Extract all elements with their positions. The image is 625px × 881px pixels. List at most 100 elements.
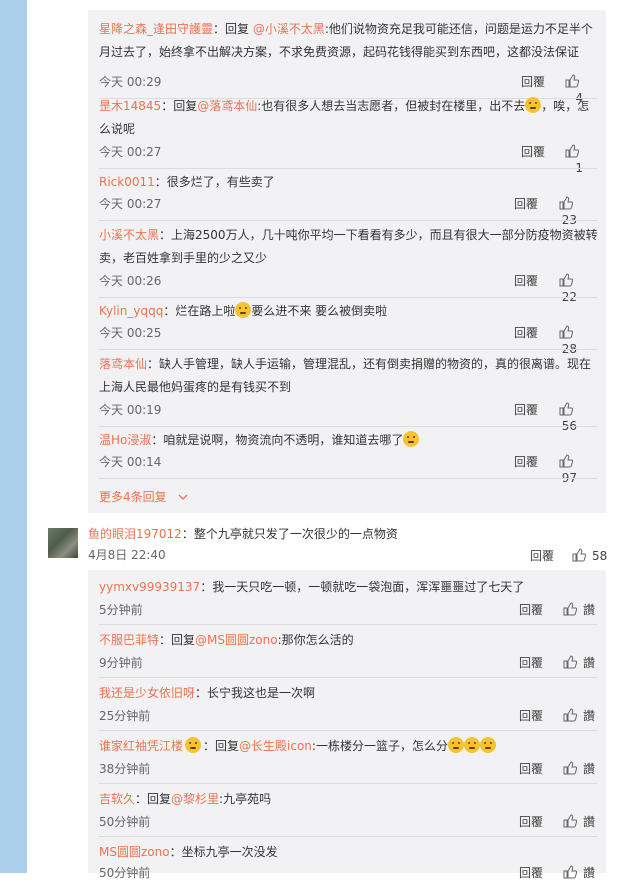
reply-button[interactable]: 回覆 — [519, 761, 543, 777]
reply-text: 谁家红袖凭江楼 ：回复@长生殿icon:一栋楼分一篮子，怎么分 — [99, 735, 599, 758]
reply-time: 今天 00:27 — [99, 145, 162, 159]
reply-text: 不服巴菲特：回复@MS圆圆zono:那你怎么活的 — [99, 629, 599, 652]
reply-prefix: ：回复 — [159, 633, 196, 647]
reply-body: :九亭苑吗 — [219, 792, 272, 806]
reply-body: 我一天只吃一顿，一顿就吃一袋泡面，浑浑噩噩过了七天了 — [212, 580, 525, 594]
reply-prefix: ： — [151, 433, 164, 447]
reply-button[interactable]: 回覆 — [519, 602, 543, 618]
reply-text: 吉软久：回复@黎杉里:九亭苑吗 — [99, 788, 599, 811]
reply-mention[interactable]: @长生殿icon — [239, 739, 312, 753]
thumbs-up-icon — [563, 655, 577, 669]
emoji-icon — [185, 737, 202, 753]
more-replies-link[interactable]: 更多4条回复 — [99, 488, 188, 505]
comment-username[interactable]: 鱼的眼泪197012 — [88, 527, 182, 541]
reply-button[interactable]: 回覆 — [519, 865, 543, 881]
reply-time: 今天 00:19 — [99, 403, 162, 417]
avatar[interactable] — [48, 528, 78, 558]
reply-body: 缺人手管理，缺人手运输，管理混乱，还有倒卖捐赠的物资的，真的很离谱。现在上海人民… — [99, 357, 592, 394]
thumbs-up-icon — [572, 548, 586, 562]
reply-button[interactable]: 回覆 — [514, 325, 538, 341]
reply-username[interactable]: yymxv99939137 — [99, 580, 200, 594]
reply-text: 昰木14845：回复@落鸢本仙:也有很多人想去当志愿者，但被封在楼里，出不去 ，唉… — [99, 95, 599, 141]
like-count: 58 — [592, 549, 608, 563]
thumbs-up-icon — [565, 74, 579, 88]
emoji-icon — [479, 737, 496, 753]
reply-mention[interactable]: @小溪不太黑 — [253, 22, 325, 36]
reply-username[interactable]: 不服巴菲特 — [99, 633, 159, 647]
reply-mention[interactable]: @黎杉里 — [171, 792, 219, 806]
reply-body: :也有很多人想去当志愿者，但被封在楼里，出不去 — [257, 99, 526, 113]
reply-username[interactable]: MS圆圆zono — [99, 845, 170, 859]
reply-text: yymxv99939137：我一天只吃一顿，一顿就吃一袋泡面，浑浑噩噩过了七天了 — [99, 576, 599, 599]
reply-button[interactable]: 回覆 — [519, 814, 543, 830]
reply-username[interactable]: 昰木14845 — [99, 99, 161, 113]
main-comment-text: 鱼的眼泪197012：整个九亭就只发了一次很少的一点物资 — [88, 524, 398, 544]
reply-mention[interactable]: @落鸢本仙 — [197, 99, 257, 113]
reply-body: 上海2500万人，几十吨你平均一下看看有多少，而且有很大一部分防疫物资被转卖，老… — [99, 228, 598, 265]
reply-prefix: ：回复 — [135, 792, 172, 806]
thumbs-up-icon — [559, 402, 573, 416]
reply-prefix: ： — [200, 580, 213, 594]
thumbs-up-icon — [563, 865, 577, 879]
left-background-strip — [0, 0, 27, 873]
emoji-icon — [235, 302, 252, 318]
like-count: 讚 — [583, 603, 596, 617]
thumbs-up-icon — [563, 814, 577, 828]
emoji-icon — [525, 97, 542, 113]
reply-time: 今天 00:25 — [99, 326, 162, 340]
reply-text: MS圆圆zono：坐标九亭一次没发 — [99, 841, 599, 864]
reply-prefix: ：回复 — [213, 22, 253, 36]
reply-prefix: ： — [147, 357, 160, 371]
reply-username[interactable]: 吉软久 — [99, 792, 135, 806]
like-button[interactable]: 58 — [572, 548, 607, 564]
thumbs-up-icon — [559, 196, 573, 210]
reply-username[interactable]: Kylin_yqqq — [99, 304, 163, 318]
reply-prefix: ：回复 — [203, 739, 240, 753]
like-button[interactable]: 讚 — [563, 814, 595, 830]
more-replies-label: 更多4条回复 — [99, 490, 167, 504]
reply-button[interactable]: 回覆 — [519, 708, 543, 724]
reply-button[interactable]: 回覆 — [530, 548, 554, 564]
thumbs-up-icon — [563, 708, 577, 722]
like-count: 讚 — [583, 656, 596, 670]
reply-username[interactable]: 星降之森_逢田守護靈 — [99, 22, 213, 36]
reply-prefix: ： — [154, 175, 167, 189]
reply-body: 咱就是说啊，物资流向不透明，谁知道去哪了 — [163, 433, 404, 447]
thumbs-up-icon — [565, 144, 579, 158]
reply-button[interactable]: 回覆 — [514, 196, 538, 212]
reply-text: 小溪不太黑：上海2500万人，几十吨你平均一下看看有多少，而且有很大一部分防疫物… — [99, 224, 599, 270]
like-button[interactable]: 讚 — [563, 708, 595, 724]
reply-username[interactable]: 小溪不太黑 — [99, 228, 159, 242]
reply-button[interactable]: 回覆 — [519, 655, 543, 671]
reply-username[interactable]: 我还是少女依旧呀 — [99, 686, 195, 700]
reply-text: 温Ho浸淑：咱就是说啊，物资流向不透明，谁知道去哪了 — [99, 429, 599, 452]
reply-button[interactable]: 回覆 — [514, 273, 538, 289]
like-count: 讚 — [583, 709, 596, 723]
emoji-icon — [447, 737, 464, 753]
reply-username[interactable]: 落鸢本仙 — [99, 357, 147, 371]
emoji-icon — [403, 431, 420, 447]
reply-username[interactable]: 谁家红袖凭江楼 — [99, 739, 183, 753]
like-button[interactable]: 97 — [559, 454, 596, 486]
reply-time: 今天 00:29 — [99, 75, 162, 89]
reply-button[interactable]: 回覆 — [514, 402, 538, 418]
reply-text: 星降之森_逢田守護靈：回复 @小溪不太黑:他们说物资充足我可能还信，问题是运力不… — [99, 18, 599, 64]
reply-button[interactable]: 回覆 — [521, 144, 545, 160]
like-button[interactable]: 讚 — [563, 761, 595, 777]
reply-body: :那你怎么活的 — [277, 633, 354, 647]
like-button[interactable]: 讚 — [563, 602, 595, 618]
like-button[interactable]: 讚 — [563, 865, 595, 881]
reply-time: 5分钟前 — [99, 603, 143, 617]
reply-text: 落鸢本仙：缺人手管理，缺人手运输，管理混乱，还有倒卖捐赠的物资的，真的很离谱。现… — [99, 353, 599, 399]
like-count: 讚 — [583, 866, 596, 880]
reply-prefix: ： — [163, 304, 176, 318]
reply-button[interactable]: 回覆 — [514, 454, 538, 470]
chevron-down-icon — [179, 494, 188, 500]
like-button[interactable]: 讚 — [563, 655, 595, 671]
reply-mention[interactable]: @MS圆圆zono — [195, 633, 278, 647]
reply-username[interactable]: Rick0011 — [99, 175, 155, 189]
reply-time: 今天 00:27 — [99, 197, 162, 211]
reply-button[interactable]: 回覆 — [521, 74, 545, 90]
reply-username[interactable]: 温Ho浸淑 — [99, 433, 151, 447]
reply-time: 50分钟前 — [99, 815, 151, 829]
